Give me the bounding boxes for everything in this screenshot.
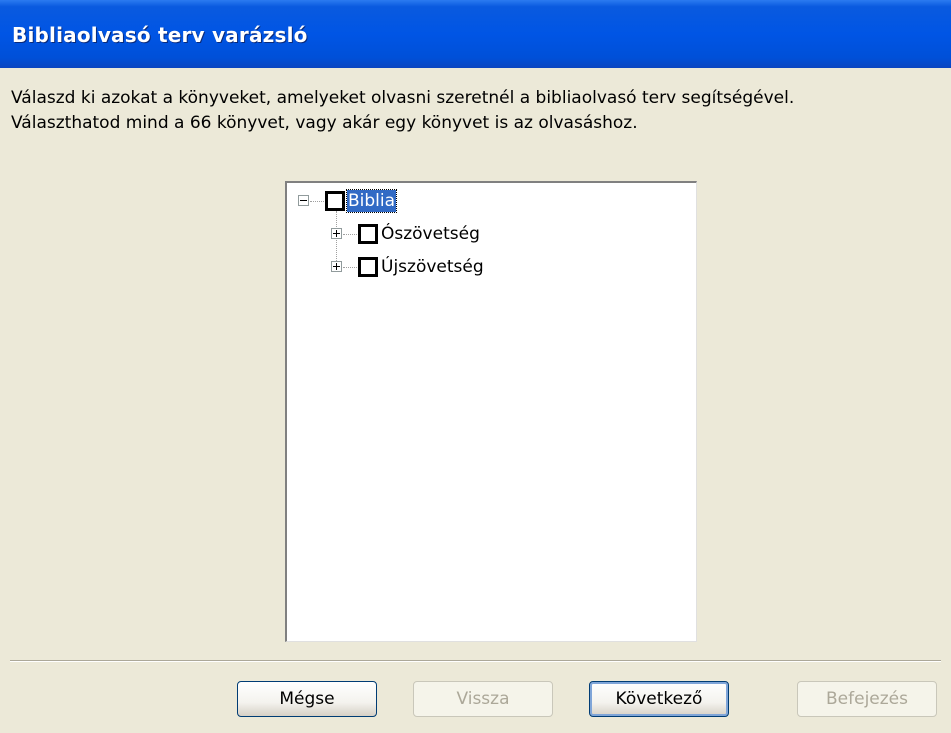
tree-connector — [310, 201, 324, 202]
expand-icon-ujszovetseg[interactable] — [331, 261, 342, 272]
tree-node-oszovetseg[interactable]: Ószövetség — [381, 223, 480, 245]
collapse-icon-biblia[interactable] — [298, 195, 309, 206]
tree-connector — [343, 234, 357, 235]
window-title: Bibliaolvasó terv varázsló — [12, 23, 308, 47]
checkbox-oszovetseg[interactable] — [358, 224, 378, 244]
book-tree-view[interactable]: Biblia Ószövetség Újszövetség — [285, 181, 697, 642]
tree-connector — [343, 267, 357, 268]
button-separator — [10, 660, 941, 662]
expand-icon-oszovetseg[interactable] — [331, 228, 342, 239]
cancel-button[interactable]: Mégse — [237, 681, 377, 717]
checkbox-biblia[interactable] — [325, 191, 345, 211]
back-button[interactable]: Vissza — [413, 681, 553, 717]
finish-button[interactable]: Befejezés — [797, 681, 937, 717]
next-button[interactable]: Következő — [589, 681, 729, 717]
tree-node-biblia[interactable]: Biblia — [345, 189, 398, 213]
title-bar: Bibliaolvasó terv varázsló — [0, 0, 951, 68]
instructions-text: Válaszd ki azokat a könyveket, amelyeket… — [11, 86, 941, 136]
tree-connector — [336, 211, 337, 267]
checkbox-ujszovetseg[interactable] — [358, 257, 378, 277]
instructions-line-1: Válaszd ki azokat a könyveket, amelyeket… — [11, 88, 795, 108]
instructions-line-2: Választhatod mind a 66 könyvet, vagy aká… — [11, 113, 638, 133]
tree-node-ujszovetseg[interactable]: Újszövetség — [381, 256, 484, 278]
